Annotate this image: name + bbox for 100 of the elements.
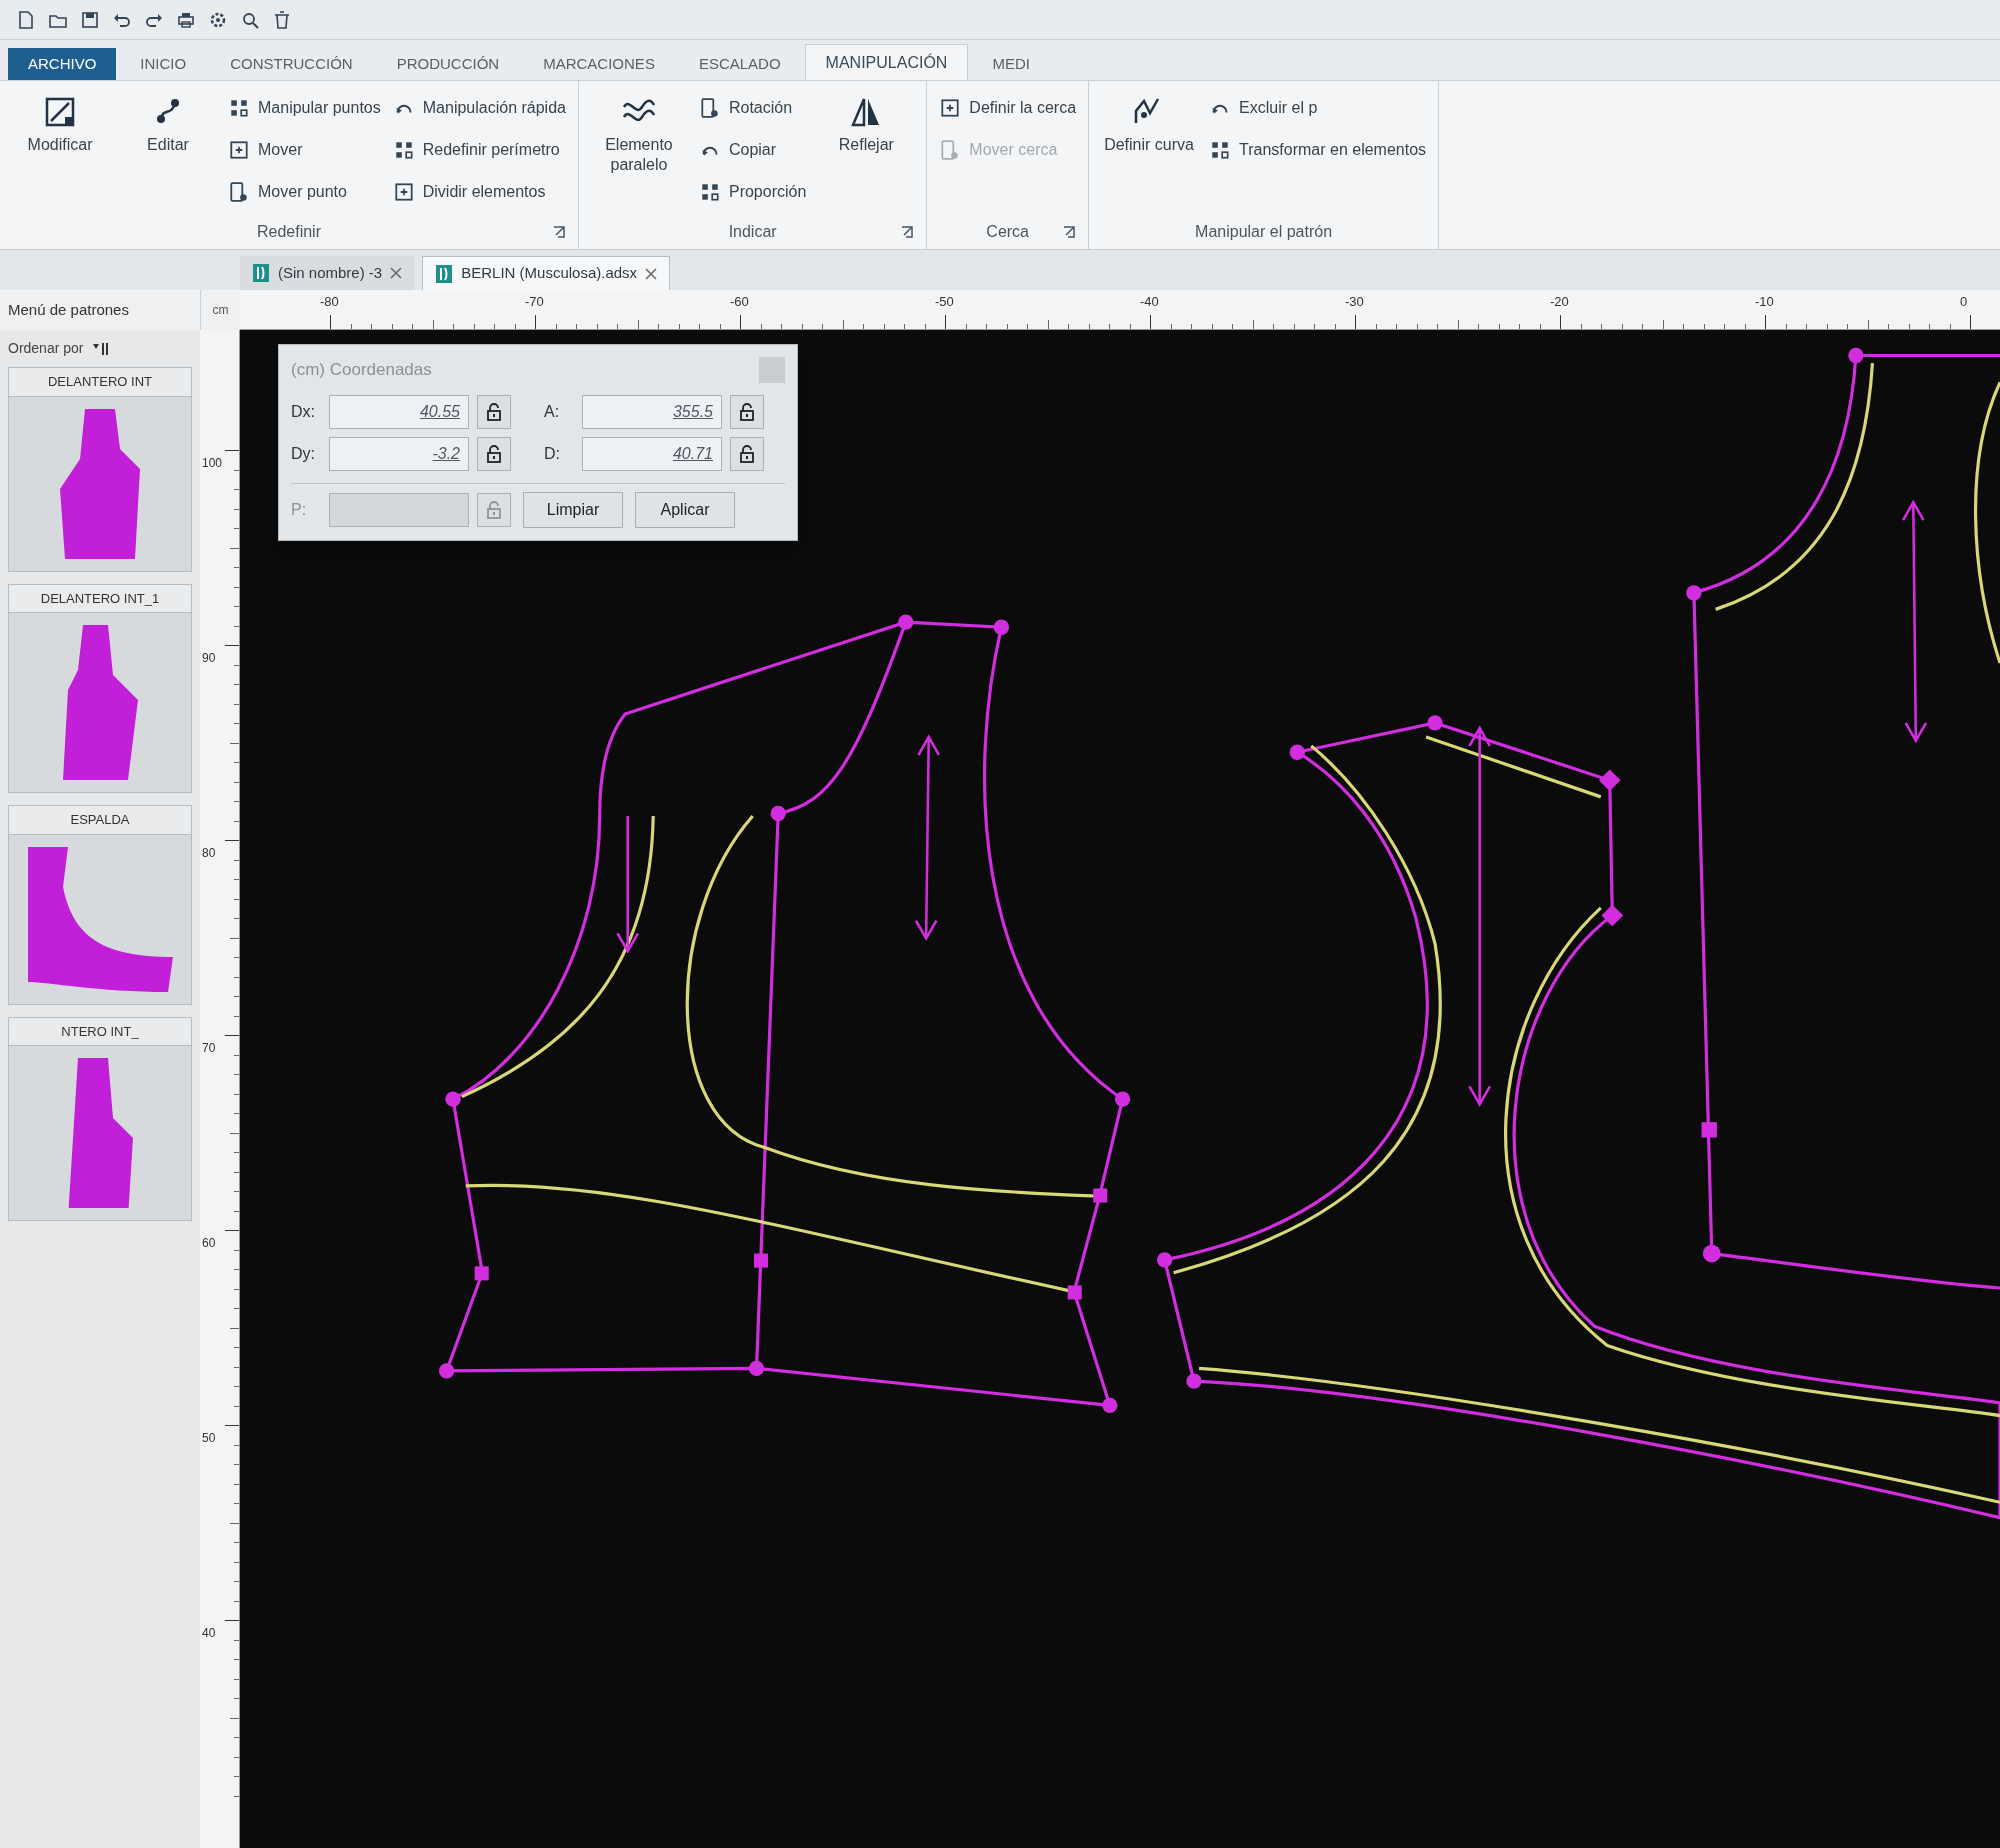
pattern-thumbnail[interactable]: NTERO INT_ xyxy=(8,1016,192,1221)
dialog-title: (cm) Coordenadas xyxy=(291,359,432,382)
ribbon-button[interactable]: Manipulación rápida xyxy=(392,93,566,123)
ruler-label: -50 xyxy=(935,293,954,311)
tab-label: (Sin nombre) -3 xyxy=(278,262,383,283)
ruler-label: 40 xyxy=(202,1625,216,1642)
lock-button[interactable] xyxy=(477,395,511,429)
ruler-label: 50 xyxy=(202,1430,216,1447)
dialog-button[interactable]: Aplicar xyxy=(635,492,735,528)
pattern-thumbnail[interactable]: ESPALDA xyxy=(8,805,192,1005)
tool-icon xyxy=(939,97,962,119)
ribbon-tab[interactable]: CONSTRUCCIÓN xyxy=(210,48,373,80)
save-icon[interactable] xyxy=(80,9,100,30)
back-pattern-piece-drawing[interactable] xyxy=(1157,715,2000,1520)
ruler-label: 0 xyxy=(1960,293,1968,311)
pattern-shape-icon xyxy=(60,408,140,559)
input-field[interactable]: 40.71 xyxy=(582,437,722,471)
pattern-shape-icon xyxy=(67,1058,133,1208)
ribbon-tab[interactable]: MEDI xyxy=(972,48,1050,80)
ribbon-button[interactable]: Transformar en elementos xyxy=(1209,135,1427,165)
padlock-icon xyxy=(485,402,503,422)
ribbon-button[interactable]: Proporción xyxy=(698,177,807,207)
group-label: Cerca xyxy=(986,222,1029,242)
ribbon-tab[interactable]: INICIO xyxy=(120,48,207,80)
dialog-button[interactable]: Limpiar xyxy=(523,492,623,528)
lock-button[interactable] xyxy=(730,437,764,471)
ribbon-button[interactable]: Modificar xyxy=(12,93,108,155)
ribbon-tab[interactable]: ARCHIVO xyxy=(8,48,117,80)
tool-icon xyxy=(698,97,721,119)
trash-icon[interactable] xyxy=(272,9,292,30)
ribbon-button[interactable]: Copiar xyxy=(698,135,807,165)
pattern-shape-icon xyxy=(62,625,138,780)
input-field[interactable]: 40.55 xyxy=(329,395,469,429)
padlock-icon xyxy=(485,444,503,464)
pattern-thumbnail[interactable]: DELANTERO INT xyxy=(8,367,192,572)
field-label: Dy: xyxy=(291,444,316,464)
dialog-launcher-icon[interactable] xyxy=(900,225,915,239)
group-label: Redefinir xyxy=(256,222,321,242)
ribbon-button[interactable]: Redefinir perímetro xyxy=(392,135,566,165)
ruler-label: -70 xyxy=(525,293,544,311)
ruler-label: -40 xyxy=(1140,293,1159,311)
ruler-label: -60 xyxy=(730,293,749,311)
ruler-label: 90 xyxy=(202,650,216,667)
sort-label: Ordenar por xyxy=(8,339,84,358)
pattern-file-icon xyxy=(435,263,454,284)
padlock-icon xyxy=(485,500,503,520)
ribbon-tab[interactable]: PRODUCCIÓN xyxy=(376,48,520,80)
document-tab[interactable]: BERLIN (Musculosa).adsx xyxy=(422,256,671,290)
ruler-label: -10 xyxy=(1755,293,1774,311)
close-icon[interactable] xyxy=(645,267,658,280)
tool-icon xyxy=(228,139,250,161)
ribbon-button[interactable]: Rotación xyxy=(698,93,807,123)
lock-button[interactable] xyxy=(730,395,764,429)
ribbon-button[interactable]: Definir la cerca xyxy=(939,93,1077,123)
ruler-label: 60 xyxy=(202,1235,216,1252)
ribbon-button[interactable]: Dividir elementos xyxy=(392,177,566,207)
ribbon-button[interactable]: Reflejar xyxy=(818,93,915,155)
pattern-thumbnail[interactable]: DELANTERO INT_1 xyxy=(8,583,192,793)
ruler-label: 80 xyxy=(202,845,216,862)
ribbon-button[interactable]: Mover xyxy=(228,135,381,165)
tool-icon xyxy=(228,97,250,119)
field-label: A: xyxy=(544,402,561,422)
field-label: Dx: xyxy=(291,402,316,422)
ruler-label: 70 xyxy=(202,1040,216,1057)
tool-icon xyxy=(1209,139,1232,161)
pattern-file-icon xyxy=(252,263,270,283)
group-label: Manipular el patrón xyxy=(1195,222,1333,242)
close-icon[interactable] xyxy=(390,267,403,279)
ribbon-button[interactable]: Manipular puntos xyxy=(228,93,381,123)
document-tab[interactable]: (Sin nombre) -3 xyxy=(240,256,415,290)
ribbon-button[interactable]: Editar xyxy=(120,93,216,155)
field-label: D: xyxy=(544,444,561,464)
front-pattern-piece-drawing[interactable] xyxy=(438,614,1131,1413)
ruler-label: -30 xyxy=(1345,293,1364,311)
ribbon-tab[interactable]: ESCALADO xyxy=(678,48,801,80)
lock-button[interactable] xyxy=(477,437,511,471)
dialog-launcher-icon[interactable] xyxy=(551,225,566,239)
field-label: P: xyxy=(291,500,308,520)
input-field[interactable]: -3.2 xyxy=(329,437,469,471)
new-file-icon[interactable] xyxy=(16,9,36,30)
pattern-shape-icon xyxy=(27,846,173,992)
ruler-label: -80 xyxy=(320,293,339,311)
ribbon-tab[interactable]: MARCACIONES xyxy=(523,48,675,80)
ruler-unit: cm xyxy=(212,302,229,319)
ribbon-button[interactable]: Elemento paralelo xyxy=(590,93,687,175)
input-field[interactable]: 355.5 xyxy=(582,395,722,429)
side-pattern-piece-drawing[interactable] xyxy=(1686,347,2000,1290)
padlock-icon xyxy=(738,444,756,464)
ribbon-button[interactable]: Excluir el p xyxy=(1209,93,1427,123)
panel-title: Menú de patrones xyxy=(8,299,129,320)
ruler-label: 100 xyxy=(202,455,223,472)
sort-icon[interactable] xyxy=(91,340,110,357)
group-label: Indicar xyxy=(728,222,777,242)
ribbon-tab[interactable]: MANIPULACIÓN xyxy=(804,44,969,80)
tab-label: BERLIN (Musculosa).adsx xyxy=(461,263,638,284)
dialog-launcher-icon[interactable] xyxy=(1062,225,1077,239)
padlock-icon xyxy=(738,402,756,422)
ruler-label: -20 xyxy=(1550,293,1569,311)
ribbon-button[interactable]: Mover punto xyxy=(228,177,381,207)
ribbon-button[interactable]: Definir curva xyxy=(1101,93,1198,155)
